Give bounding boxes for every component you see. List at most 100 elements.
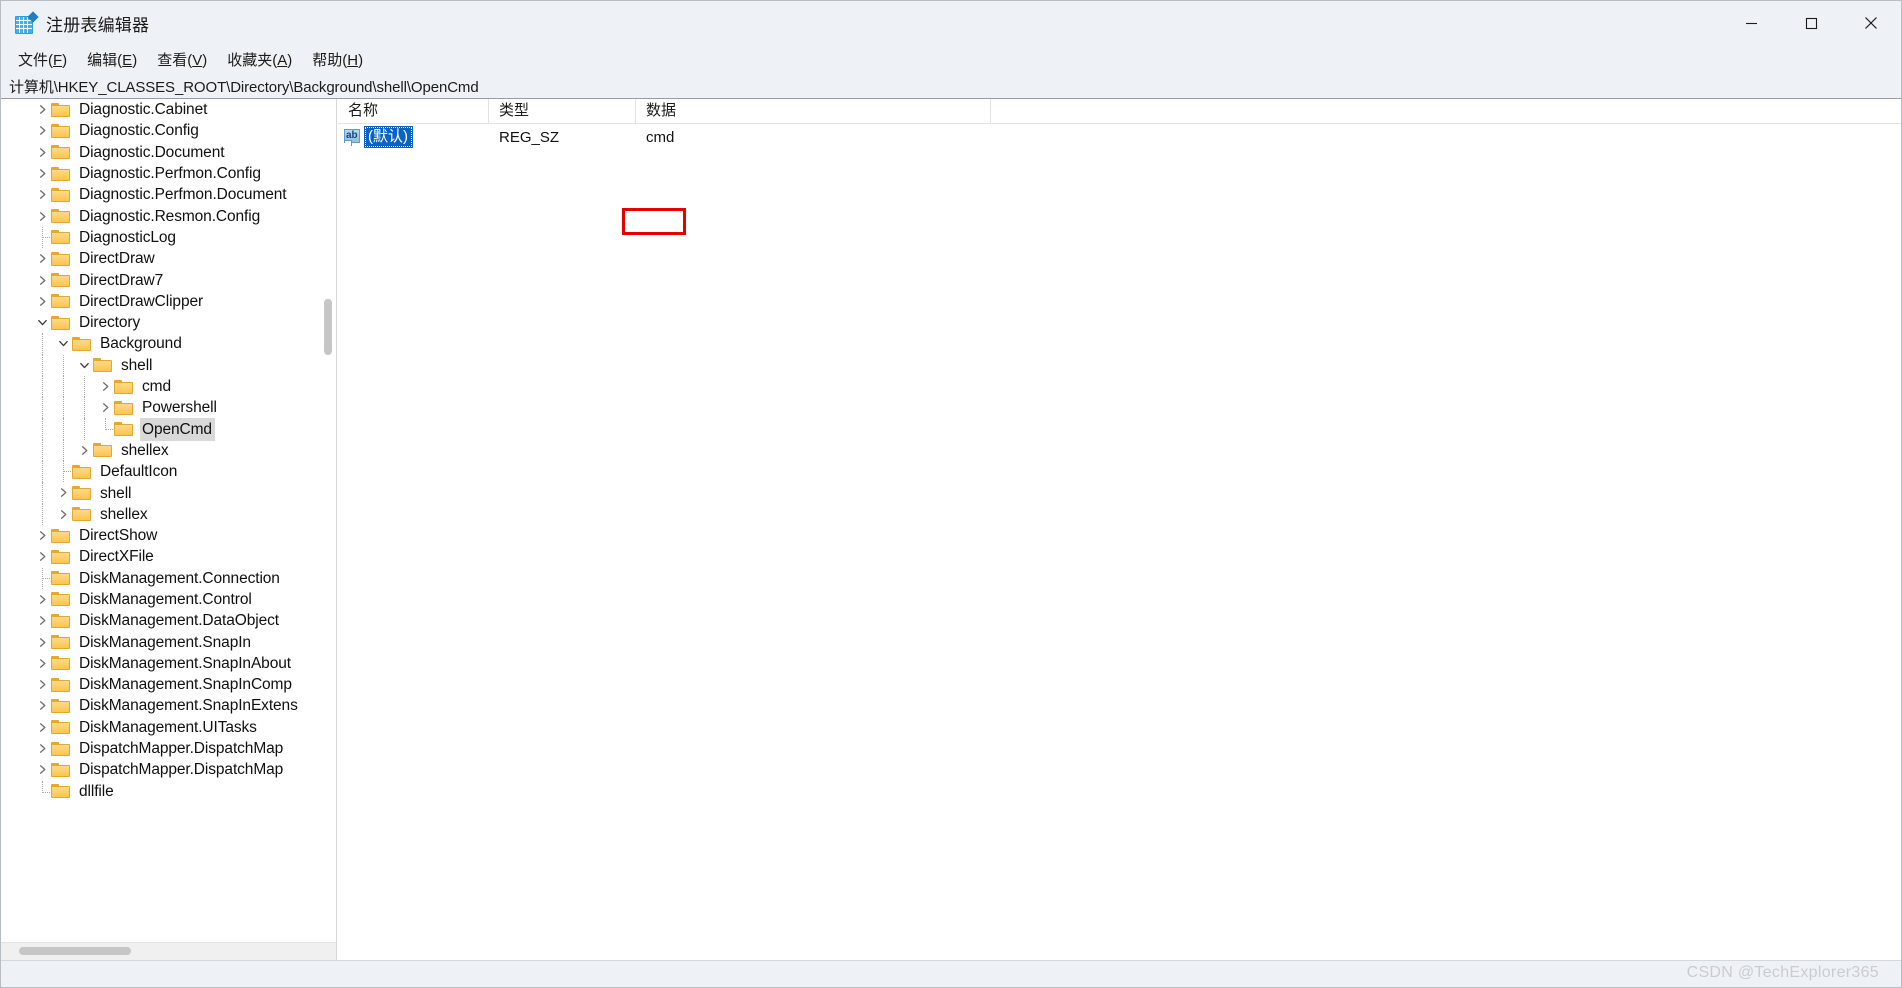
tree-item-label: DispatchMapper.DispatchMap xyxy=(79,761,284,779)
tree-item-diskmanagement-snapinabout[interactable]: DiskManagement.SnapInAbout xyxy=(1,653,320,674)
chevron-right-icon[interactable] xyxy=(76,440,93,461)
chevron-right-icon[interactable] xyxy=(55,482,72,503)
registry-tree-pane: Diagnostic.Cabinet Diagnostic.Config Diagn… xyxy=(1,99,338,960)
tree-item-diagnostic-resmon-config[interactable]: Diagnostic.Resmon.Config xyxy=(1,205,320,226)
folder-icon xyxy=(114,379,134,395)
tree-item-diagnostic-perfmon-config[interactable]: Diagnostic.Perfmon.Config xyxy=(1,163,320,184)
tree-item-directdrawclipper[interactable]: DirectDrawClipper xyxy=(1,291,320,312)
chevron-right-icon[interactable] xyxy=(34,674,51,695)
tree-horizontal-scrollbar[interactable] xyxy=(1,942,337,960)
chevron-right-icon[interactable] xyxy=(34,546,51,567)
chevron-right-icon[interactable] xyxy=(34,206,51,227)
tree-item-directxfile[interactable]: DirectXFile xyxy=(1,546,320,567)
tree-guide-line xyxy=(42,503,44,525)
tree-item-directdraw[interactable]: DirectDraw xyxy=(1,248,320,269)
tree-item-diagnostic-document[interactable]: Diagnostic.Document xyxy=(1,142,320,163)
tree-item-label: DiskManagement.UITasks xyxy=(79,718,257,736)
menu-favorites[interactable]: 收藏夹(A) xyxy=(218,46,301,73)
tree-item-label: DispatchMapper.DispatchMap xyxy=(79,740,284,758)
tree-item-shellex[interactable]: shellex xyxy=(1,503,320,525)
folder-icon xyxy=(51,762,71,778)
tree-item-directdraw7[interactable]: DirectDraw7 xyxy=(1,269,320,290)
tree-item-label: cmd xyxy=(142,378,171,396)
chevron-right-icon[interactable] xyxy=(34,120,51,141)
tree-guide-line xyxy=(42,439,44,462)
tree-item-label: shell xyxy=(121,356,153,374)
tree-item-directory[interactable]: Directory xyxy=(1,312,320,333)
folder-icon xyxy=(51,634,71,650)
chevron-right-icon[interactable] xyxy=(34,653,51,674)
tree-item-directshow[interactable]: DirectShow xyxy=(1,525,320,546)
chevron-right-icon[interactable] xyxy=(34,291,51,312)
chevron-right-icon[interactable] xyxy=(97,376,114,397)
chevron-right-icon[interactable] xyxy=(34,163,51,184)
folder-icon xyxy=(51,549,71,565)
chevron-right-icon[interactable] xyxy=(34,248,51,269)
chevron-right-icon[interactable] xyxy=(34,525,51,546)
menu-view[interactable]: 查看(V) xyxy=(148,46,216,73)
chevron-right-icon[interactable] xyxy=(34,738,51,759)
tree-item-shellex[interactable]: shellex xyxy=(1,439,320,462)
tree-item-powershell[interactable]: Powershell xyxy=(1,397,320,419)
close-button[interactable] xyxy=(1841,1,1901,45)
tree-item-diskmanagement-snapin[interactable]: DiskManagement.SnapIn xyxy=(1,631,320,652)
chevron-right-icon[interactable] xyxy=(34,695,51,716)
tree-item-dllfile[interactable]: dllfile xyxy=(1,780,320,802)
chevron-right-icon[interactable] xyxy=(34,759,51,780)
address-bar[interactable]: 计算机\HKEY_CLASSES_ROOT\Directory\Backgrou… xyxy=(1,74,1901,99)
tree-item-diskmanagement-dataobject[interactable]: DiskManagement.DataObject xyxy=(1,610,320,631)
tree-vertical-scroll-thumb[interactable] xyxy=(324,299,332,355)
chevron-down-icon[interactable] xyxy=(55,333,72,354)
chevron-right-icon[interactable] xyxy=(34,99,51,120)
folder-icon xyxy=(114,421,134,437)
tree-item-label: DirectDraw7 xyxy=(79,271,164,289)
column-header-data[interactable]: 数据 xyxy=(636,99,991,123)
column-header-name[interactable]: 名称 xyxy=(338,99,489,123)
chevron-down-icon[interactable] xyxy=(34,312,51,333)
tree-item-defaulticon[interactable]: DefaultIcon xyxy=(1,461,320,483)
tree-item-diskmanagement-uitasks[interactable]: DiskManagement.UITasks xyxy=(1,717,320,738)
column-header-type[interactable]: 类型 xyxy=(489,99,636,123)
folder-icon xyxy=(51,570,71,586)
tree-item-dispatchmapper-dispatchmap[interactable]: DispatchMapper.DispatchMap xyxy=(1,759,320,780)
tree-item-label: DirectDraw xyxy=(79,250,155,268)
tree-item-label: DiskManagement.SnapIn xyxy=(79,633,251,651)
tree-horizontal-scroll-thumb[interactable] xyxy=(19,947,131,955)
tree-item-diagnostic-config[interactable]: Diagnostic.Config xyxy=(1,120,320,141)
tree-item-background[interactable]: Background xyxy=(1,333,320,355)
folder-icon xyxy=(51,591,71,607)
chevron-right-icon[interactable] xyxy=(34,717,51,738)
tree-item-diagnostic-perfmon-document[interactable]: Diagnostic.Perfmon.Document xyxy=(1,184,320,205)
tree-item-dispatchmapper-dispatchmap[interactable]: DispatchMapper.DispatchMap xyxy=(1,738,320,759)
minimize-button[interactable] xyxy=(1721,1,1781,45)
tree-item-diskmanagement-snapincomp[interactable]: DiskManagement.SnapInComp xyxy=(1,674,320,695)
tree-item-opencmd[interactable]: OpenCmd xyxy=(1,417,320,441)
chevron-right-icon[interactable] xyxy=(34,184,51,205)
menu-file[interactable]: 文件(F) xyxy=(9,46,76,73)
tree-item-diskmanagement-snapinextens[interactable]: DiskManagement.SnapInExtens xyxy=(1,695,320,716)
chevron-right-icon[interactable] xyxy=(55,504,72,525)
chevron-down-icon[interactable] xyxy=(76,355,93,376)
tree-item-diagnostic-cabinet[interactable]: Diagnostic.Cabinet xyxy=(1,99,320,120)
value-row[interactable]: ab (默认) REG_SZ cmd xyxy=(338,124,1901,150)
maximize-button[interactable] xyxy=(1781,1,1841,45)
registry-tree: Diagnostic.Cabinet Diagnostic.Config Diagn… xyxy=(1,99,320,802)
tree-item-diskmanagement-connection[interactable]: DiskManagement.Connection xyxy=(1,567,320,589)
tree-item-cmd[interactable]: cmd xyxy=(1,375,320,398)
chevron-right-icon[interactable] xyxy=(34,589,51,610)
chevron-right-icon[interactable] xyxy=(34,632,51,653)
tree-item-shell[interactable]: shell xyxy=(1,354,320,376)
chevron-right-icon[interactable] xyxy=(34,270,51,291)
menu-help[interactable]: 帮助(H) xyxy=(303,46,372,73)
chevron-right-icon[interactable] xyxy=(97,397,114,418)
tree-vertical-scrollbar[interactable] xyxy=(320,99,337,943)
tree-item-diagnosticlog[interactable]: DiagnosticLog xyxy=(1,226,320,249)
chevron-right-icon[interactable] xyxy=(34,142,51,163)
tree-item-label: shell xyxy=(100,484,132,502)
tree-item-shell[interactable]: shell xyxy=(1,482,320,504)
value-name-cell[interactable]: ab (默认) xyxy=(338,126,489,148)
tree-item-diskmanagement-control[interactable]: DiskManagement.Control xyxy=(1,589,320,610)
chevron-right-icon[interactable] xyxy=(34,610,51,631)
menu-edit[interactable]: 编辑(E) xyxy=(78,46,146,73)
tree-guide-line xyxy=(63,439,65,462)
